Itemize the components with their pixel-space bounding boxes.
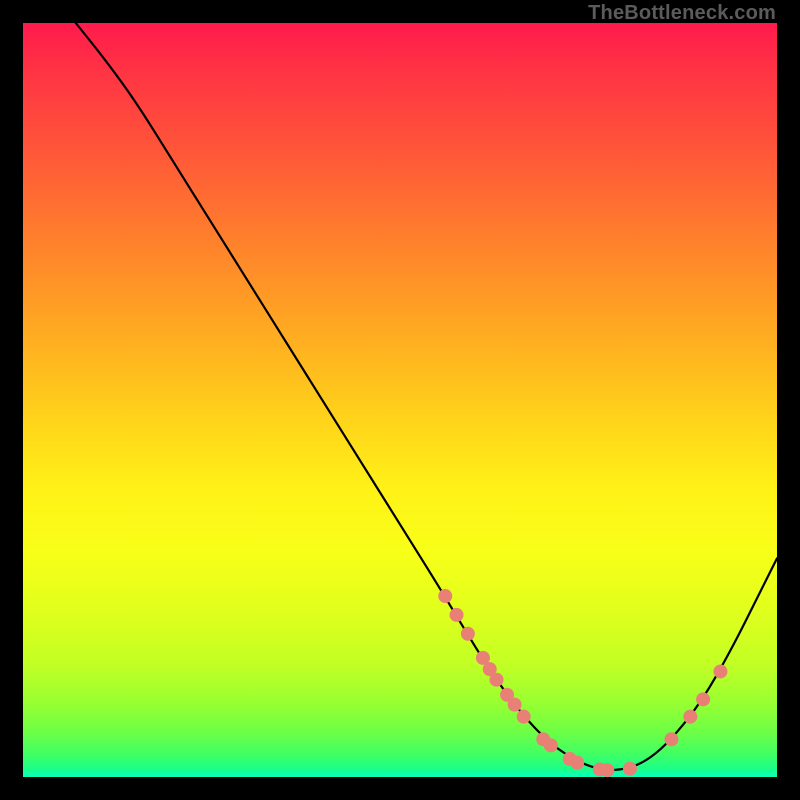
data-points-group — [438, 589, 727, 777]
data-point — [450, 608, 464, 622]
data-point — [664, 732, 678, 746]
chart-svg — [23, 23, 777, 777]
data-point — [438, 589, 452, 603]
data-point — [623, 762, 637, 776]
plot-area — [23, 23, 777, 777]
data-point — [461, 627, 475, 641]
chart-frame: TheBottleneck.com — [0, 0, 800, 800]
data-point — [570, 756, 584, 770]
data-point — [508, 698, 522, 712]
watermark-text: TheBottleneck.com — [588, 2, 776, 25]
data-point — [713, 664, 727, 678]
data-point — [600, 763, 614, 777]
data-point — [490, 673, 504, 687]
data-point — [517, 710, 531, 724]
data-point — [696, 692, 710, 706]
data-point — [683, 710, 697, 724]
data-point — [544, 738, 558, 752]
bottleneck-curve — [76, 23, 777, 770]
